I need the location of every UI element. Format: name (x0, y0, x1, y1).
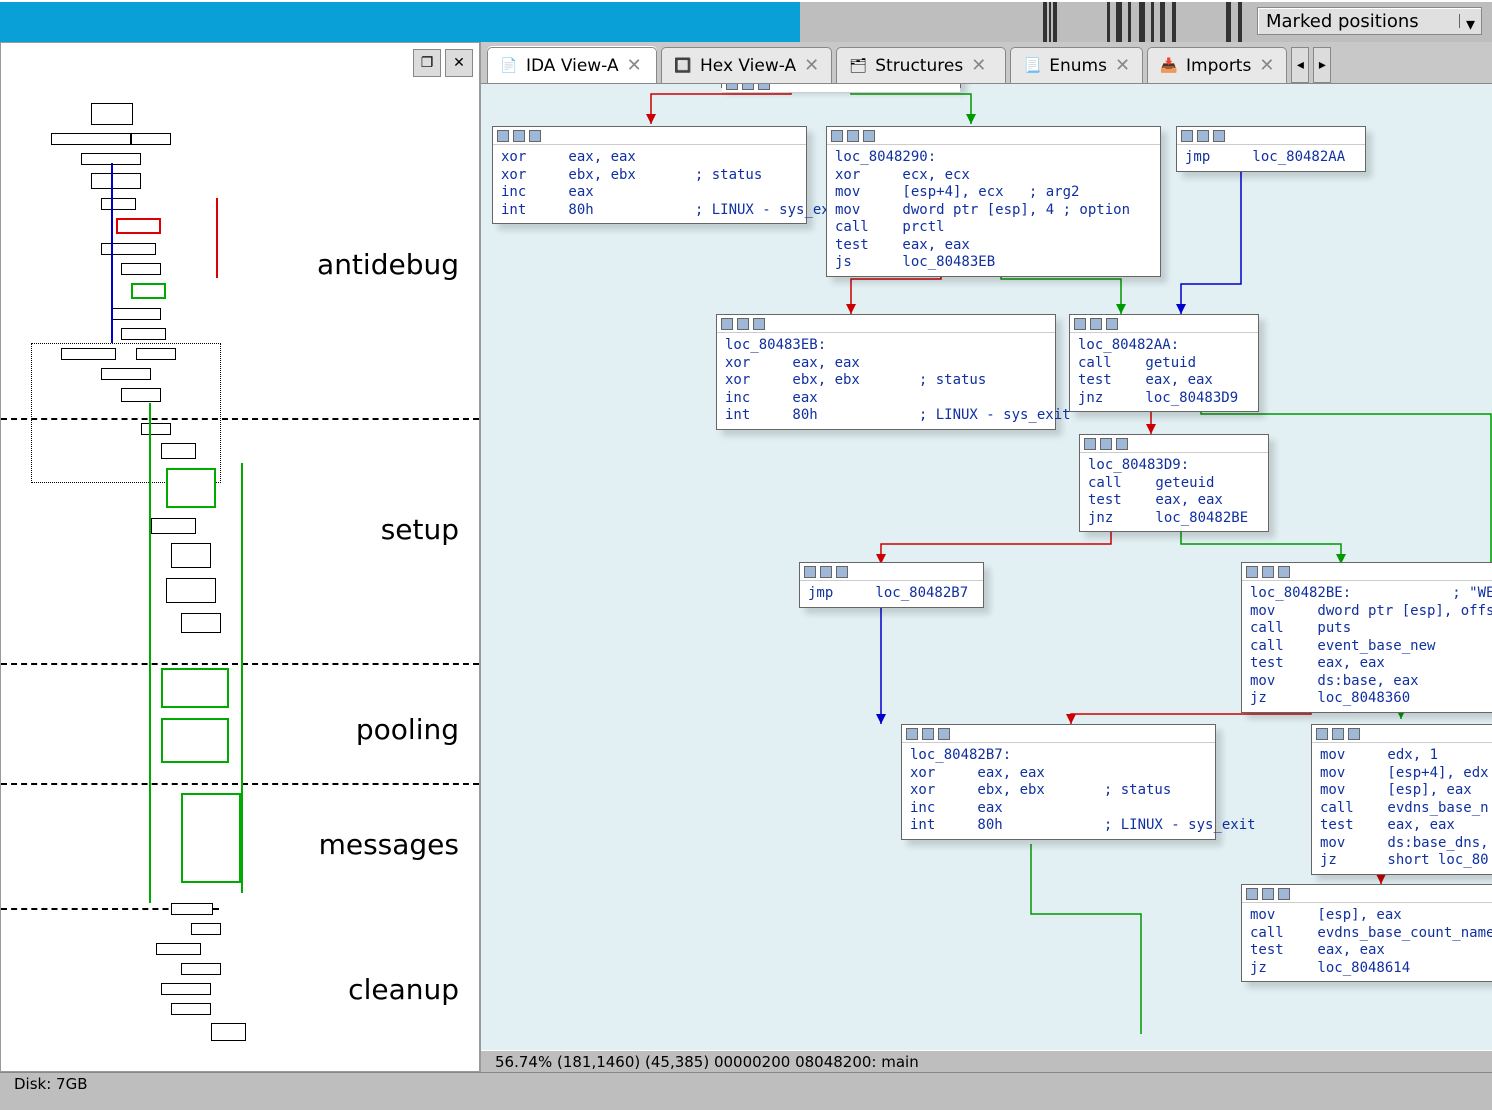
import-icon: 📥 (1160, 57, 1178, 75)
document-icon: 📄 (500, 57, 518, 75)
tab-scroll-left[interactable]: ◂ (1291, 47, 1309, 83)
status-text: 56.74% (181,1460) (45,385) 00000200 0804… (495, 1053, 919, 1071)
disasm-node-8048290[interactable]: loc_8048290: xor ecx, ecx mov [esp+4], e… (826, 126, 1161, 277)
navigation-strip: Marked positions ▾ (0, 0, 1492, 42)
tab-ida-view-a[interactable]: 📄 IDA View-A ✕ (487, 47, 657, 83)
close-icon[interactable]: ✕ (804, 55, 819, 76)
function-overview[interactable]: antidebug setup pooling messages cleanup (1, 103, 479, 1071)
tab-hex-view-a[interactable]: 🔲 Hex View-A ✕ (661, 47, 832, 83)
node-content: mov edx, 1 mov [esp+4], edx mov [esp], e… (1312, 743, 1492, 874)
disasm-node[interactable] (721, 84, 961, 88)
disasm-node-jmp-80482b7[interactable]: jmp loc_80482B7 (799, 562, 984, 608)
tab-structures[interactable]: 🗂 Structures ✕ (836, 47, 1006, 83)
graph-overview-panel[interactable]: ❐ ✕ antidebug setup pooling messages cle… (0, 42, 480, 1072)
nav-strip-code[interactable] (0, 2, 800, 42)
tab-label: Enums (1049, 56, 1107, 76)
node-content: loc_80482B7: xor eax, eax xor ebx, ebx ;… (902, 743, 1215, 839)
disasm-node-80483eb[interactable]: loc_80483EB: xor eax, eax xor ebx, ebx ;… (716, 314, 1056, 430)
tab-scroll-right[interactable]: ▸ (1313, 47, 1331, 83)
control-flow-graph[interactable]: xor eax, eax xor ebx, ebx ; status inc e… (481, 84, 1492, 1050)
section-label-pooling: pooling (356, 713, 459, 746)
node-content: loc_8048290: xor ecx, ecx mov [esp+4], e… (827, 145, 1160, 276)
node-content: loc_80483EB: xor eax, eax xor ebx, ebx ;… (717, 333, 1055, 429)
graph-status-bar: 56.74% (181,1460) (45,385) 00000200 0804… (481, 1050, 1492, 1072)
tab-label: Hex View-A (700, 56, 796, 76)
node-content: loc_80482BE: ; "WE mov dword ptr [esp], … (1242, 581, 1492, 712)
node-content: jmp loc_80482AA (1177, 145, 1365, 171)
struct-icon: 🗂 (849, 57, 867, 75)
tab-label: Imports (1186, 56, 1251, 76)
close-icon[interactable]: ✕ (971, 55, 986, 76)
node-content: loc_80482AA: call getuid test eax, eax j… (1070, 333, 1258, 411)
nav-barcode-1 (1043, 2, 1057, 42)
tab-enums[interactable]: 📃 Enums ✕ (1010, 47, 1143, 83)
overview-close-button[interactable]: ✕ (445, 49, 473, 77)
disk-status: Disk: 7GB (14, 1075, 88, 1093)
section-label-setup: setup (381, 513, 459, 546)
disasm-node-80482be[interactable]: loc_80482BE: ; "WE mov dword ptr [esp], … (1241, 562, 1492, 713)
node-content: jmp loc_80482B7 (800, 581, 983, 607)
disasm-node-exit1[interactable]: xor eax, eax xor ebx, ebx ; status inc e… (492, 126, 807, 224)
hex-icon: 🔲 (674, 57, 692, 75)
node-content: xor eax, eax xor ebx, ebx ; status inc e… (493, 145, 806, 223)
node-content: mov [esp], eax call evdns_base_count_nam… (1242, 903, 1492, 981)
nav-barcode-2 (1107, 2, 1176, 42)
enum-icon: 📃 (1023, 57, 1041, 75)
disasm-node-80483d9[interactable]: loc_80483D9: call geteuid test eax, eax … (1079, 434, 1269, 532)
disasm-node-count-name[interactable]: mov [esp], eax call evdns_base_count_nam… (1241, 884, 1492, 982)
marked-positions-label: Marked positions (1266, 11, 1419, 32)
close-icon[interactable]: ✕ (627, 55, 642, 76)
nav-strip-region[interactable]: Marked positions ▾ (800, 2, 1492, 42)
node-content: loc_80483D9: call geteuid test eax, eax … (1080, 453, 1268, 531)
nav-barcode-3 (1226, 2, 1242, 42)
disasm-node-jmp-80482aa[interactable]: jmp loc_80482AA (1176, 126, 1366, 172)
disasm-node-80482b7[interactable]: loc_80482B7: xor eax, eax xor ebx, ebx ;… (901, 724, 1216, 840)
close-icon[interactable]: ✕ (1259, 55, 1274, 76)
tab-label: IDA View-A (526, 56, 619, 76)
section-label-cleanup: cleanup (348, 973, 459, 1006)
tabs-bar: 📄 IDA View-A ✕ 🔲 Hex View-A ✕ 🗂 Structur… (481, 42, 1492, 84)
section-label-messages: messages (319, 828, 459, 861)
tab-imports[interactable]: 📥 Imports ✕ (1147, 47, 1287, 83)
chevron-down-icon: ▾ (1459, 14, 1473, 28)
overview-restore-button[interactable]: ❐ (413, 49, 441, 77)
section-label-antidebug: antidebug (317, 248, 459, 281)
disasm-node-80482aa[interactable]: loc_80482AA: call getuid test eax, eax j… (1069, 314, 1259, 412)
disasm-node-evdns-base[interactable]: mov edx, 1 mov [esp+4], edx mov [esp], e… (1311, 724, 1492, 875)
close-icon[interactable]: ✕ (1115, 55, 1130, 76)
tab-label: Structures (875, 56, 963, 76)
global-status-bar: Disk: 7GB (0, 1072, 1492, 1094)
marked-positions-dropdown[interactable]: Marked positions ▾ (1257, 7, 1482, 35)
